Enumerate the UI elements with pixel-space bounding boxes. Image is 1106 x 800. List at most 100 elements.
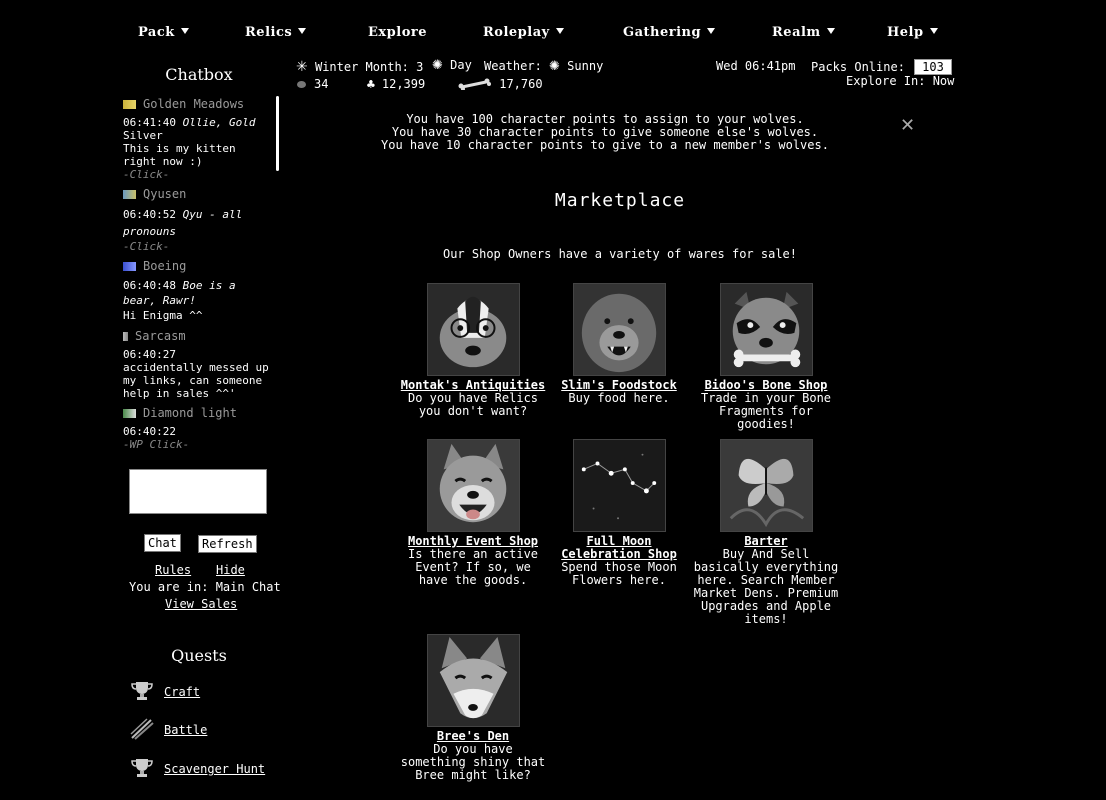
pack-flag-icon <box>123 409 136 418</box>
page-subtitle: Our Shop Owners have a variety of wares … <box>442 247 797 261</box>
nav-help[interactable]: Help <box>887 25 938 40</box>
chat-text: Silver This is my kitten right now :) <box>123 129 236 168</box>
season-text: Winter Month: 3 <box>314 60 424 74</box>
chat-username-text: Diamond light <box>143 406 237 420</box>
fox-icon[interactable] <box>426 634 520 727</box>
close-icon[interactable]: ✕ <box>900 115 915 136</box>
chat-time: 06:40:27 <box>123 348 176 361</box>
chat-username[interactable]: Golden Meadows <box>123 98 273 111</box>
packs-online: Packs Online: 103 <box>811 59 952 75</box>
quest-label: Battle <box>164 723 208 737</box>
nav-realm[interactable]: Realm <box>772 25 835 40</box>
butterfly-icon[interactable] <box>719 439 813 532</box>
shop-description: Trade in your Bone Fragments for goodies… <box>700 391 832 431</box>
bear-icon[interactable] <box>572 283 666 376</box>
sun-icon: ✺ <box>549 59 560 74</box>
stones-count: 34 <box>297 77 328 91</box>
chatbox-title: Chatbox <box>165 65 233 84</box>
nav-gathering[interactable]: Gathering <box>623 25 716 40</box>
time-of-day-text: Day <box>450 58 472 72</box>
stones-value: 34 <box>314 77 329 91</box>
chat-click-link[interactable]: -WP Click- <box>123 438 273 451</box>
chat-message: 06:40:22 <box>123 425 273 438</box>
chat-input[interactable] <box>129 469 267 514</box>
nav-label: Realm <box>772 25 821 40</box>
pack-flag-icon <box>123 262 136 271</box>
shop-card: Monthly Event Shop Is there an active Ev… <box>400 439 546 587</box>
shop-card: Bree's Den Do you have something shiny t… <box>400 634 546 782</box>
weather-text: Sunny <box>567 59 604 73</box>
notice-line: You have 10 character points to give to … <box>381 138 829 152</box>
shop-card: Bidoo's Bone Shop Trade in your Bone Fra… <box>693 283 839 431</box>
chat-username-text: Boeing <box>143 259 187 273</box>
chat-entry: Qyusen 06:40:52 Qyu - all pronouns -Clic… <box>123 188 273 253</box>
chevron-down-icon <box>707 28 716 34</box>
chat-text: Hi Enigma ^^ <box>123 309 203 322</box>
chat-username[interactable]: Diamond light <box>123 407 273 420</box>
badger-icon[interactable] <box>426 283 520 376</box>
chat-button[interactable]: Chat <box>144 534 181 552</box>
nav-explore[interactable]: Explore <box>368 25 427 40</box>
raccoon-icon[interactable] <box>719 283 813 376</box>
shop-description: Buy And Sell basically everything here. … <box>693 547 839 626</box>
nav-label: Explore <box>368 25 427 40</box>
claw-icon <box>130 718 154 740</box>
shop-card: Barter Buy And Sell basically everything… <box>693 439 839 626</box>
hide-link[interactable]: Hide <box>216 563 245 577</box>
view-sales-link[interactable]: View Sales <box>165 597 237 611</box>
nav-pack[interactable]: Pack <box>138 25 189 40</box>
chat-message: 06:41:40 Ollie, Gold Silver This is my ki… <box>123 116 273 168</box>
chat-username-text: Qyusen <box>143 187 187 201</box>
quests-title: Quests <box>171 646 227 665</box>
chat-text: accidentally messed up my links, can som… <box>123 361 269 400</box>
chat-scrollbar[interactable] <box>276 96 279 171</box>
chat-message-list[interactable]: Golden Meadows 06:41:40 Ollie, Gold Silve… <box>123 98 273 466</box>
chat-username[interactable]: Sarcasm <box>123 330 273 343</box>
nav-relics[interactable]: Relics <box>245 25 307 40</box>
nav-label: Relics <box>245 25 293 40</box>
packs-online-count: 103 <box>914 59 952 75</box>
chevron-down-icon <box>180 28 189 34</box>
chat-location-text: You are in: Main Chat <box>129 580 281 594</box>
shop-description: Do you have Relics you don't want? <box>407 391 539 418</box>
shop-card: Slim's Foodstock Buy food here. <box>546 283 692 405</box>
time-of-day-status: ✺ Day <box>432 58 472 73</box>
chat-time: 06:41:40 <box>123 116 176 129</box>
chevron-down-icon <box>929 28 938 34</box>
shop-link[interactable]: Full Moon Celebration Shop <box>546 535 692 561</box>
herbs-count: ♣ 12,399 <box>366 77 425 91</box>
nav-roleplay[interactable]: Roleplay <box>483 25 564 40</box>
herbs-value: 12,399 <box>381 77 426 91</box>
weather-status: Weather: ✺ Sunny <box>484 59 603 74</box>
chat-entry: Diamond light 06:40:22 -WP Click- <box>123 407 273 451</box>
chat-time: 06:40:52 <box>123 208 176 221</box>
weather-label: Weather: <box>484 59 542 73</box>
trophy-icon <box>131 682 153 700</box>
shop-card: Full Moon Celebration Shop Spend those M… <box>546 439 692 587</box>
snowflake-icon: ✳ <box>296 59 308 75</box>
quest-label: Craft <box>164 685 201 699</box>
shiba-icon[interactable] <box>426 439 520 532</box>
chat-entry: Sarcasm 06:40:27 accidentally messed up m… <box>123 330 273 400</box>
chat-username[interactable]: Qyusen <box>123 188 273 201</box>
pack-flag-icon <box>123 100 136 109</box>
refresh-button[interactable]: Refresh <box>198 535 257 553</box>
chat-time: 06:40:22 <box>123 425 176 438</box>
chat-click-link[interactable]: -Click- <box>123 240 273 253</box>
stone-icon <box>297 81 306 88</box>
rules-link[interactable]: Rules <box>155 563 191 577</box>
chevron-down-icon <box>826 28 835 34</box>
constellation-icon[interactable] <box>572 439 666 532</box>
shop-description: Buy food here. <box>568 391 670 405</box>
season-status: ✳ Winter Month: 3 <box>296 59 423 75</box>
sun-icon: ✺ <box>432 58 443 73</box>
chat-message: 06:40:52 Qyu - all pronouns <box>123 206 273 240</box>
chevron-down-icon <box>555 28 564 34</box>
page-title: Marketplace <box>554 190 686 211</box>
chat-entry: Boeing 06:40:48 Boe is a bear, Rawr! Hi E… <box>123 260 273 323</box>
explore-in: Explore In: Now <box>846 74 955 88</box>
chat-wolf-name: Ollie, Gold <box>182 116 256 129</box>
chat-entry: Golden Meadows 06:41:40 Ollie, Gold Silve… <box>123 98 273 181</box>
chat-username[interactable]: Boeing <box>123 260 273 273</box>
chat-click-link[interactable]: -Click- <box>123 168 273 181</box>
